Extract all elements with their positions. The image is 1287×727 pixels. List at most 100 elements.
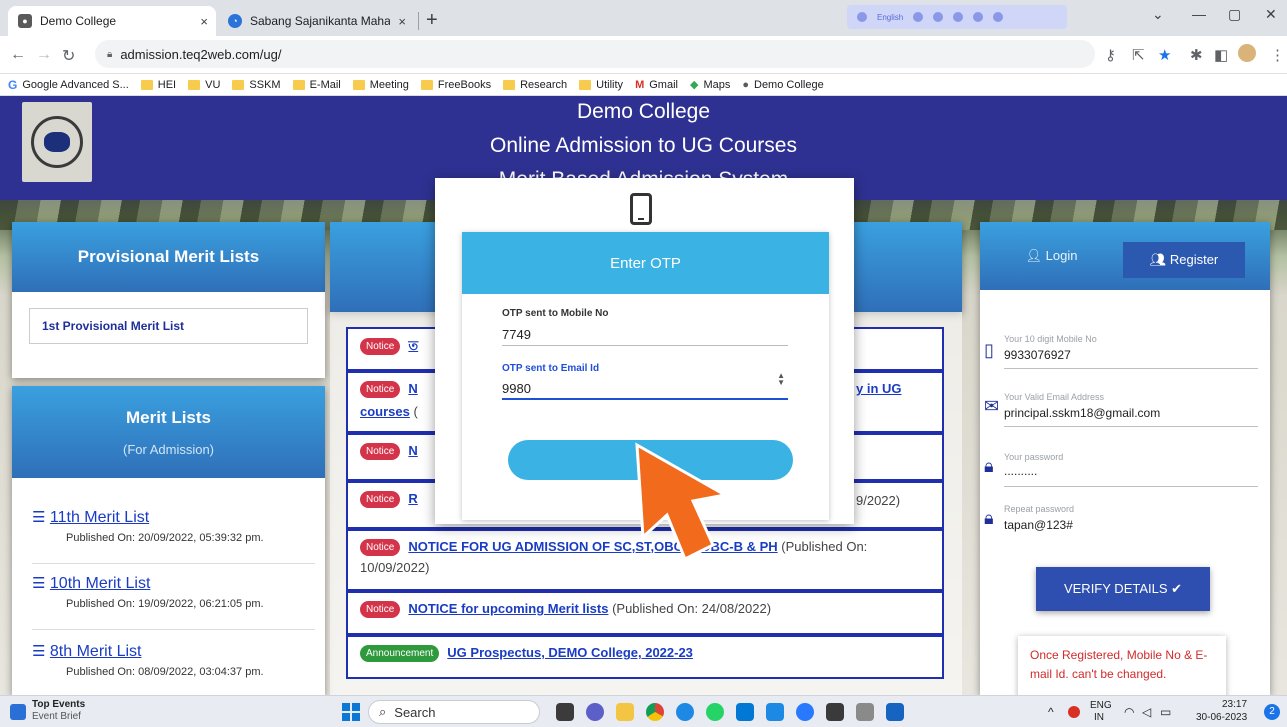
bookmark-demo-college[interactable]: ● Demo College <box>742 79 823 91</box>
store-icon[interactable] <box>736 703 754 721</box>
key-icon[interactable]: ⚷ <box>1105 46 1116 64</box>
lock-icon: 🔒︎ <box>984 456 994 476</box>
notice-link[interactable]: NOTICE for upcoming Merit lists <box>408 601 608 616</box>
window-close-icon[interactable]: ✕ <box>1265 6 1277 23</box>
notice-link[interactable]: UG Prospectus, DEMO College, 2022-23 <box>447 645 693 660</box>
bookmark-folder[interactable]: FreeBooks <box>420 79 491 91</box>
extensions-icon[interactable]: ✱ <box>1190 46 1203 64</box>
chat-icon[interactable] <box>586 703 604 721</box>
bookmark-gmail[interactable]: M Gmail <box>635 79 678 91</box>
chrome-icon[interactable] <box>646 703 664 721</box>
taskbar-search[interactable]: ⌕ Search <box>368 700 540 724</box>
merit-list-link[interactable]: 11th Merit List <box>50 509 149 526</box>
otp-email-label: OTP sent to Email Id <box>502 363 600 374</box>
otp-mobile-input[interactable] <box>502 324 788 346</box>
ext-icon <box>973 12 984 22</box>
menu-dots-icon[interactable]: ⋮ <box>1270 46 1285 64</box>
app-icon[interactable] <box>766 703 784 721</box>
bookmark-folder[interactable]: Research <box>503 79 567 91</box>
reload-icon[interactable]: ↻ <box>62 46 75 66</box>
sidebar-icon[interactable]: ◧ <box>1214 46 1228 64</box>
notice-link[interactable]: ত <box>408 338 418 353</box>
battery-icon[interactable]: ▭ <box>1160 705 1171 719</box>
provisional-merit-link[interactable]: 1st Provisional Merit List <box>29 308 308 344</box>
bookmark-google[interactable]: G Google Advanced S... <box>8 78 129 92</box>
language-toolbar[interactable]: English <box>847 5 1067 29</box>
tab-search-icon[interactable]: ⌄ <box>1152 6 1164 23</box>
merit-title: Merit Lists <box>125 408 212 427</box>
merit-subtitle: (For Admission) <box>122 442 215 457</box>
bookmark-folder[interactable]: VU <box>188 79 220 91</box>
published-date: Published On: 19/09/2022, 06:21:05 pm. <box>66 598 264 610</box>
notification-badge[interactable]: 2 <box>1264 704 1280 720</box>
bookmark-maps[interactable]: ◆ Maps <box>690 78 730 92</box>
bookmark-folder[interactable]: Meeting <box>352 79 409 91</box>
app-icon[interactable] <box>856 703 874 721</box>
event-brief-label: Event Brief <box>32 711 81 722</box>
start-icon[interactable] <box>342 703 360 721</box>
clock-date: 30-06-2023 <box>1196 712 1248 723</box>
notice-link[interactable]: N <box>408 443 417 458</box>
whatsapp-icon[interactable] <box>706 703 724 721</box>
app-icon[interactable] <box>886 703 904 721</box>
merit-list-link[interactable]: 8th Merit List <box>50 643 142 660</box>
google-icon: G <box>8 77 18 92</box>
tab-sabang[interactable]: ◔ Sabang Sajanikanta Mahavidyala × <box>218 6 414 36</box>
wifi-icon[interactable]: ◠ <box>1124 705 1134 719</box>
minimize-icon[interactable]: — <box>1192 6 1206 22</box>
verify-details-button[interactable]: VERIFY DETAILS ✔ <box>1036 567 1210 611</box>
announcement-tag: Announcement <box>360 645 440 663</box>
address-bar[interactable]: 🔒︎ admission.teq2web.com/ug/ <box>95 40 1095 68</box>
new-tab-button[interactable]: + <box>426 9 438 32</box>
restore-icon[interactable]: ▢ <box>1228 6 1241 23</box>
notice-link-line2[interactable]: courses <box>360 404 410 419</box>
notice-published: 9/2022) <box>856 493 901 508</box>
edge-icon[interactable] <box>676 703 694 721</box>
tab-close-icon[interactable]: × <box>398 14 406 29</box>
list-item: ☰ 10th Merit List Published On: 19/09/20… <box>32 564 315 630</box>
number-spinner-icon[interactable]: ▲ ▼ <box>777 372 785 387</box>
volume-icon[interactable]: ◁ <box>1142 705 1151 719</box>
merit-list-link[interactable]: 10th Merit List <box>50 575 150 592</box>
tab-register[interactable]: 👥︎ Register <box>1123 242 1245 278</box>
bookmark-folder[interactable]: Utility <box>579 79 623 91</box>
notice-link-tail[interactable]: y in UG <box>856 381 902 396</box>
tab-separator <box>418 12 419 30</box>
bookmark-star-icon[interactable]: ★ <box>1158 46 1171 64</box>
tray-chevron-icon[interactable]: ^ <box>1048 705 1054 719</box>
mobile-phone-icon <box>630 193 652 225</box>
forward-icon[interactable]: → <box>36 46 52 64</box>
clock-time[interactable]: 23:17 <box>1222 699 1247 710</box>
bookmark-folder[interactable]: E-Mail <box>292 79 341 91</box>
merit-panel: Merit Lists (For Admission) ☰ 11th Merit… <box>12 386 325 695</box>
bookmark-folder[interactable]: HEI <box>140 79 176 91</box>
profile-avatar[interactable] <box>1238 44 1256 62</box>
language-indicator[interactable]: ENG <box>1090 700 1112 711</box>
notice-item: Notice NOTICE for upcoming Merit lists (P… <box>346 591 944 635</box>
page-content: Demo College Online Admission to UG Cour… <box>0 96 1287 695</box>
browser-toolbar: ← → ↻ 🔒︎ admission.teq2web.com/ug/ ⚷ ⇱ ★… <box>0 36 1287 74</box>
bookmark-folder[interactable]: SSKM <box>232 79 281 91</box>
news-widget-icon[interactable] <box>10 704 26 720</box>
app-icon[interactable] <box>796 703 814 721</box>
site-favicon-icon: ● <box>18 14 32 28</box>
os-taskbar: Top Events Event Brief ⌕ Search ^ ENG IN… <box>0 695 1287 727</box>
top-events-label[interactable]: Top Events <box>32 699 85 710</box>
folder-icon <box>579 79 592 90</box>
otp-email-input[interactable] <box>502 378 788 400</box>
notice-published: ( <box>413 404 418 420</box>
notice-link[interactable]: N <box>408 381 417 396</box>
tab-close-icon[interactable]: × <box>200 14 208 29</box>
back-icon[interactable]: ← <box>10 46 26 64</box>
gmail-icon: M <box>635 78 645 91</box>
file-explorer-icon[interactable] <box>616 703 634 721</box>
tab-demo-college[interactable]: ● Demo College × <box>8 6 216 36</box>
share-icon[interactable]: ⇱ <box>1132 46 1145 64</box>
notice-published: (Published On: <box>781 539 868 554</box>
phone-icon: ▯ <box>984 340 994 360</box>
tray-app-icon[interactable] <box>1068 706 1080 718</box>
tab-login[interactable]: 👤︎ Login <box>980 222 1123 290</box>
task-view-icon[interactable] <box>556 703 574 721</box>
calculator-icon[interactable] <box>826 703 844 721</box>
notice-link[interactable]: R <box>408 491 417 506</box>
